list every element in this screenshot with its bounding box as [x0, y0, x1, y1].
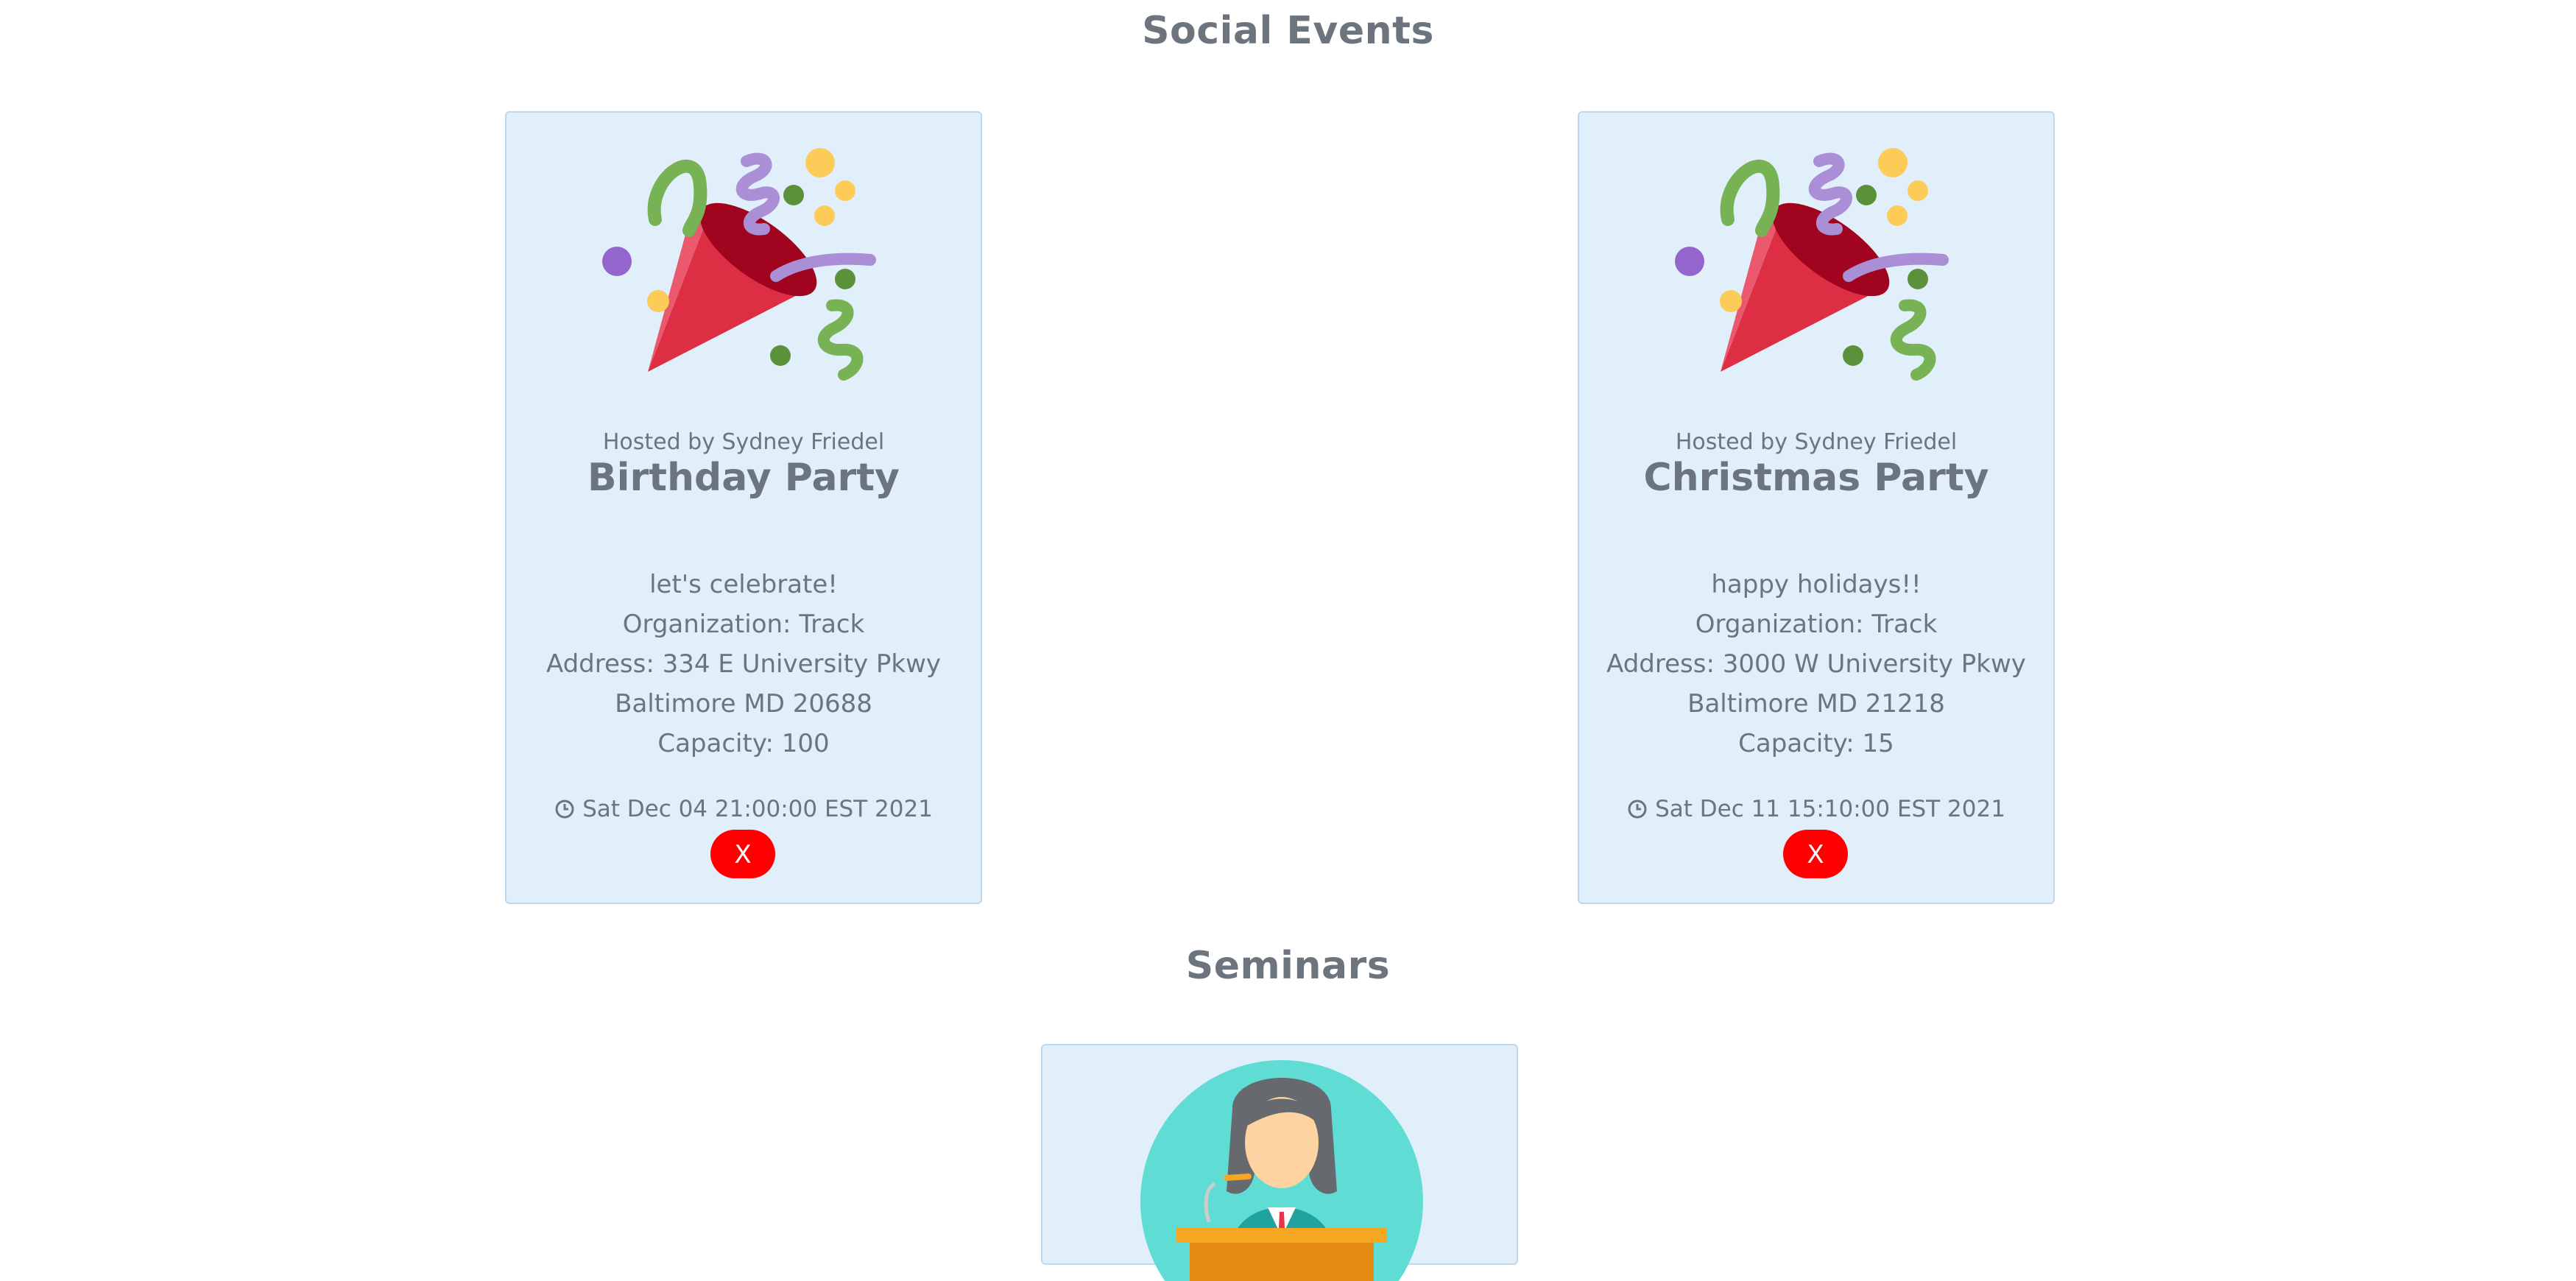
clock-icon — [555, 800, 574, 819]
event-address-line1: Address: 334 E University Pkwy — [546, 649, 942, 679]
event-organization: Organization: Track — [1695, 610, 1938, 639]
event-description: let's celebrate! — [649, 570, 838, 599]
event-host: Hosted by Sydney Friedel — [1675, 429, 1958, 455]
section-title-social-events: Social Events — [1142, 9, 1434, 53]
event-details: let's celebrate! Organization: Track Add… — [507, 565, 981, 763]
delete-event-button[interactable]: X — [710, 830, 775, 878]
event-capacity: Capacity: 100 — [657, 729, 830, 758]
event-host: Hosted by Sydney Friedel — [602, 429, 885, 455]
speaker-at-podium-icon — [1140, 1060, 1423, 1281]
event-address-line2: Baltimore MD 20688 — [615, 689, 872, 719]
section-title-seminars: Seminars — [1185, 944, 1391, 988]
event-details: happy holidays!! Organization: Track Add… — [1579, 565, 2053, 763]
party-popper-icon — [1675, 148, 1949, 381]
event-datetime: Sat Dec 11 15:10:00 EST 2021 — [1655, 796, 2005, 822]
event-date-row: Sat Dec 11 15:10:00 EST 2021 — [1579, 796, 2053, 822]
event-card: Hosted by Sydney Friedel Birthday Party … — [505, 111, 982, 904]
event-address-line1: Address: 3000 W University Pkwy — [1606, 649, 2026, 679]
event-address-line2: Baltimore MD 21218 — [1687, 689, 1945, 719]
party-popper-icon — [602, 148, 876, 381]
event-capacity: Capacity: 15 — [1738, 729, 1894, 758]
seminar-card — [1041, 1044, 1518, 1281]
event-organization: Organization: Track — [622, 610, 865, 639]
delete-event-button[interactable]: X — [1783, 830, 1848, 878]
event-datetime: Sat Dec 04 21:00:00 EST 2021 — [582, 796, 933, 822]
event-card: Hosted by Sydney Friedel Christmas Party… — [1578, 111, 2055, 904]
clock-icon — [1628, 800, 1647, 819]
event-date-row: Sat Dec 04 21:00:00 EST 2021 — [507, 796, 981, 822]
event-title: Birthday Party — [587, 456, 900, 500]
event-description: happy holidays!! — [1711, 570, 1922, 599]
event-title: Christmas Party — [1643, 456, 1989, 500]
